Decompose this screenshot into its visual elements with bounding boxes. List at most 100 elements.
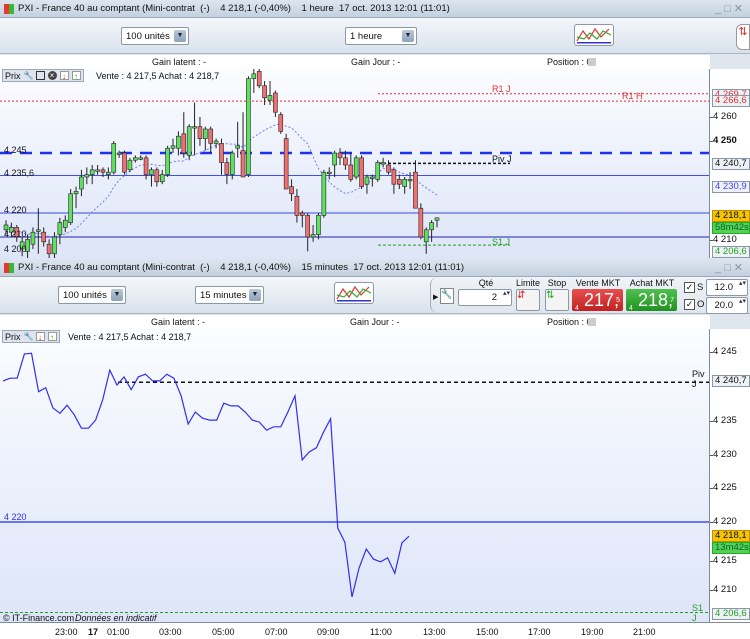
chart-type-button[interactable] xyxy=(334,282,374,304)
time-tick: 01:00 xyxy=(107,627,130,637)
candlestick-chart xyxy=(0,69,709,258)
sell-mkt-button[interactable]: 4 217, 5 xyxy=(572,289,623,312)
candle-up xyxy=(370,176,375,179)
period-select[interactable]: 1 heure ▼ xyxy=(345,27,417,45)
level-label: 4 245 xyxy=(4,145,27,155)
position: Position : 0 xyxy=(547,317,592,327)
candle-down xyxy=(396,179,402,185)
candle-up xyxy=(62,219,68,228)
candle-up xyxy=(423,229,429,243)
limit-order-icon: ⇵ xyxy=(517,290,526,301)
axis-tick: 4 225 xyxy=(710,482,737,493)
wrench-icon[interactable]: 🔧 xyxy=(440,288,454,304)
candle-up xyxy=(73,191,79,195)
o-checkbox[interactable]: ✓ xyxy=(684,299,695,310)
buy-mkt-button[interactable]: 4 218, 7 xyxy=(626,289,677,312)
candle-up xyxy=(316,215,321,235)
s-label: S xyxy=(697,282,704,293)
candle-up xyxy=(235,145,240,149)
period-select-value: 15 minutes xyxy=(200,290,247,301)
time-tick: 19:00 xyxy=(581,627,604,637)
candle-up xyxy=(429,222,434,231)
candle-down xyxy=(197,126,203,139)
time-tick: 17 xyxy=(88,627,99,637)
window2-titlebar: PXI - France 40 au comptant (Mini-contra… xyxy=(0,259,750,277)
candle-up xyxy=(84,174,90,178)
close-circle-icon[interactable]: × xyxy=(47,71,57,80)
period-select[interactable]: 15 minutes ▼ xyxy=(195,286,264,304)
buy-arrow-icon[interactable]: ↑ xyxy=(71,71,81,81)
wrench-icon[interactable]: 🔧 xyxy=(24,332,34,341)
candle-up xyxy=(159,174,165,183)
qty-stepper[interactable]: 2 xyxy=(458,289,512,306)
chevron-down-icon[interactable]: ▼ xyxy=(402,30,414,42)
o-value-stepper[interactable]: 20.0 xyxy=(706,297,748,314)
units-select[interactable]: 100 unités ▼ xyxy=(121,27,189,45)
sell-price: 217, xyxy=(584,290,620,310)
candle-down xyxy=(143,157,149,175)
wrench-icon[interactable]: 🔧 xyxy=(24,71,34,80)
candle-up xyxy=(89,169,95,175)
chevron-down-icon[interactable]: ▼ xyxy=(174,30,186,42)
candle-down xyxy=(305,215,311,238)
window-controls[interactable]: _□✕ xyxy=(715,261,746,274)
buy-arrow-icon[interactable]: ↑ xyxy=(47,332,57,342)
price-axis-15m: 4 245 4 240,7 4 235 4 230 4 225 4 220 4 … xyxy=(710,329,750,622)
candle-down xyxy=(418,207,424,238)
units-select[interactable]: 100 unités ▼ xyxy=(58,286,126,304)
swap-panel-icon[interactable]: ⇅ xyxy=(736,24,750,50)
time-tick: 15:00 xyxy=(476,627,499,637)
candle-up xyxy=(138,157,143,160)
candle-up xyxy=(68,193,73,223)
close-position-icon[interactable] xyxy=(588,58,596,66)
chart-toolbar: Prix 🔧 × ↓ ↑ xyxy=(2,69,84,82)
time-tick: 11:00 xyxy=(370,627,392,637)
window-controls[interactable]: _□✕ xyxy=(715,2,746,15)
window-icon[interactable] xyxy=(35,71,45,80)
chart-1h-plot[interactable]: Prix 🔧 × ↓ ↑ Vente : 4 217,5 Achat : 4 2… xyxy=(0,69,710,258)
s-checkbox[interactable]: ✓ xyxy=(684,282,695,293)
candle-down xyxy=(256,71,262,87)
line-chart xyxy=(0,352,709,613)
time-tick: 05:00 xyxy=(212,627,235,637)
chart-type-button[interactable] xyxy=(574,24,614,46)
axis-tick: 4 220 xyxy=(710,516,737,527)
candle-up xyxy=(407,179,413,182)
sell-arrow-icon[interactable]: ↓ xyxy=(59,71,69,81)
axis-tick: 4 210 xyxy=(710,584,737,595)
candle-up xyxy=(332,152,337,166)
limit-order-button[interactable]: ⇵ xyxy=(516,289,540,311)
candle-timer: 13m42s xyxy=(712,542,750,554)
candle-up xyxy=(36,229,41,232)
candle-down xyxy=(240,150,246,178)
window1-title: PXI - France 40 au comptant (Mini-contra… xyxy=(18,3,450,14)
s1j-label: S1 J xyxy=(692,603,704,622)
candle-down xyxy=(46,243,52,255)
candle-up xyxy=(95,169,100,172)
candle-up xyxy=(380,162,386,165)
s-value-stepper[interactable]: 12.0 xyxy=(706,279,748,296)
candle-up xyxy=(203,128,208,139)
stop-order-button[interactable]: ⇅ xyxy=(545,289,569,311)
collapse-arrow-icon[interactable]: ▶ xyxy=(433,293,438,301)
prix-label: Prix xyxy=(5,70,21,81)
candle-up xyxy=(133,157,138,161)
chevron-down-icon[interactable]: ▼ xyxy=(249,289,261,301)
sell-arrow-icon[interactable]: ↓ xyxy=(35,332,45,342)
chevron-down-icon[interactable]: ▼ xyxy=(111,289,123,301)
chart-15m-plot[interactable]: Prix 🔧 ↓ ↑ Vente : 4 217,5 Achat : 4 218… xyxy=(0,329,710,622)
level-label: 4 220 xyxy=(4,512,27,522)
candle-down xyxy=(224,162,230,175)
stop-label: Stop xyxy=(547,278,567,288)
level-label: 4 200 xyxy=(4,244,27,254)
buy-decimal: 7 xyxy=(670,297,674,304)
candle-up xyxy=(79,176,84,190)
buy-mkt-label: Achat MKT xyxy=(629,278,675,288)
candle-down xyxy=(273,92,278,113)
candle-up xyxy=(116,152,122,155)
candle-down xyxy=(208,128,214,144)
window2-info-row: Gain latent : - Gain Jour : - Position :… xyxy=(0,315,710,329)
close-position-icon[interactable] xyxy=(588,318,596,326)
period-select-value: 1 heure xyxy=(350,31,383,42)
time-tick: 21:00 xyxy=(633,627,656,637)
